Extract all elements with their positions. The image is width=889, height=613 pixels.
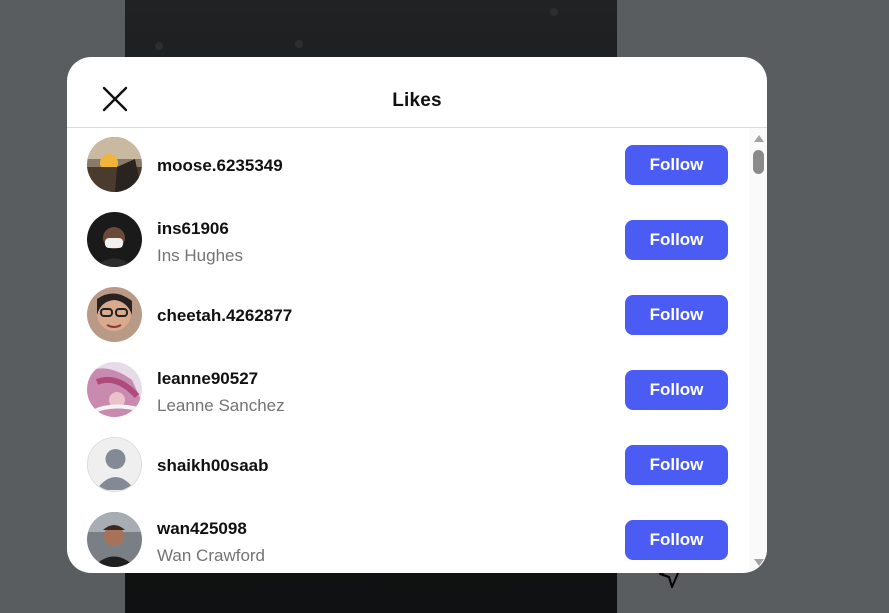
- follow-button[interactable]: Follow: [625, 145, 728, 185]
- follow-button[interactable]: Follow: [625, 445, 728, 485]
- username[interactable]: moose.6235349: [157, 156, 283, 176]
- username[interactable]: wan425098: [157, 519, 247, 539]
- full-name: Leanne Sanchez: [157, 396, 285, 415]
- likes-list[interactable]: moose.6235349 Follow ins61906 Ins Hughes…: [67, 128, 749, 573]
- dialog-header: Likes: [67, 57, 767, 128]
- scroll-up-arrow-icon[interactable]: [754, 135, 764, 142]
- username[interactable]: leanne90527: [157, 369, 258, 389]
- list-item: moose.6235349 Follow: [67, 128, 749, 203]
- username[interactable]: cheetah.4262877: [157, 306, 292, 326]
- list-item: shaikh00saab Follow: [67, 428, 749, 503]
- list-item: ins61906 Ins Hughes Follow: [67, 203, 749, 278]
- list-item: leanne90527 Leanne Sanchez Follow: [67, 353, 749, 428]
- avatar[interactable]: [87, 287, 142, 342]
- follow-button[interactable]: Follow: [625, 220, 728, 260]
- list-item: wan425098 Wan Crawford Follow: [67, 503, 749, 573]
- avatar[interactable]: [87, 137, 142, 192]
- scroll-thumb[interactable]: [753, 150, 764, 174]
- default-avatar-icon[interactable]: [87, 437, 142, 492]
- dialog-title: Likes: [392, 90, 442, 111]
- list-item: cheetah.4262877 Follow: [67, 278, 749, 353]
- avatar[interactable]: [87, 362, 142, 417]
- full-name: Ins Hughes: [157, 246, 243, 265]
- likes-dialog: Likes moose.6235349 Follow ins61906 Ins …: [67, 57, 767, 573]
- scrollbar[interactable]: [749, 128, 767, 573]
- avatar[interactable]: [87, 512, 142, 567]
- username[interactable]: ins61906: [157, 219, 229, 239]
- follow-button[interactable]: Follow: [625, 520, 728, 560]
- avatar[interactable]: [87, 212, 142, 267]
- follow-button[interactable]: Follow: [625, 370, 728, 410]
- follow-button[interactable]: Follow: [625, 295, 728, 335]
- username[interactable]: shaikh00saab: [157, 456, 269, 476]
- full-name: Wan Crawford: [157, 546, 266, 565]
- scroll-down-arrow-icon[interactable]: [754, 559, 764, 566]
